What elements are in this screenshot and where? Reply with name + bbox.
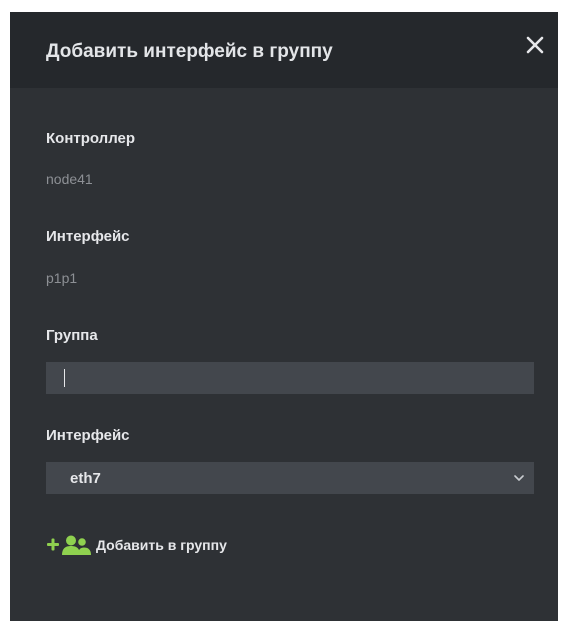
interface-value: p1p1 <box>46 270 78 286</box>
text-caret <box>64 369 65 387</box>
interface-label: Интерфейс <box>46 228 130 245</box>
dialog-header: Добавить интерфейс в группу <box>10 12 558 88</box>
add-interface-dialog: Добавить интерфейс в группу Контроллер n… <box>10 12 558 621</box>
close-icon[interactable] <box>522 32 548 58</box>
controller-label: Контроллер <box>46 130 136 147</box>
add-user-group-icon <box>47 535 91 555</box>
add-to-group-label: Добавить в группу <box>96 537 227 553</box>
interface-select-value: eth7 <box>70 470 101 487</box>
group-input[interactable] <box>46 362 534 394</box>
group-field <box>46 362 534 394</box>
controller-value: node41 <box>46 171 93 187</box>
target-interface-label: Интерфейс <box>46 427 130 444</box>
chevron-down-icon <box>514 475 524 481</box>
interface-select[interactable]: eth7 <box>46 462 534 494</box>
group-label: Группа <box>46 327 98 344</box>
dialog-title: Добавить интерфейс в группу <box>46 41 333 62</box>
